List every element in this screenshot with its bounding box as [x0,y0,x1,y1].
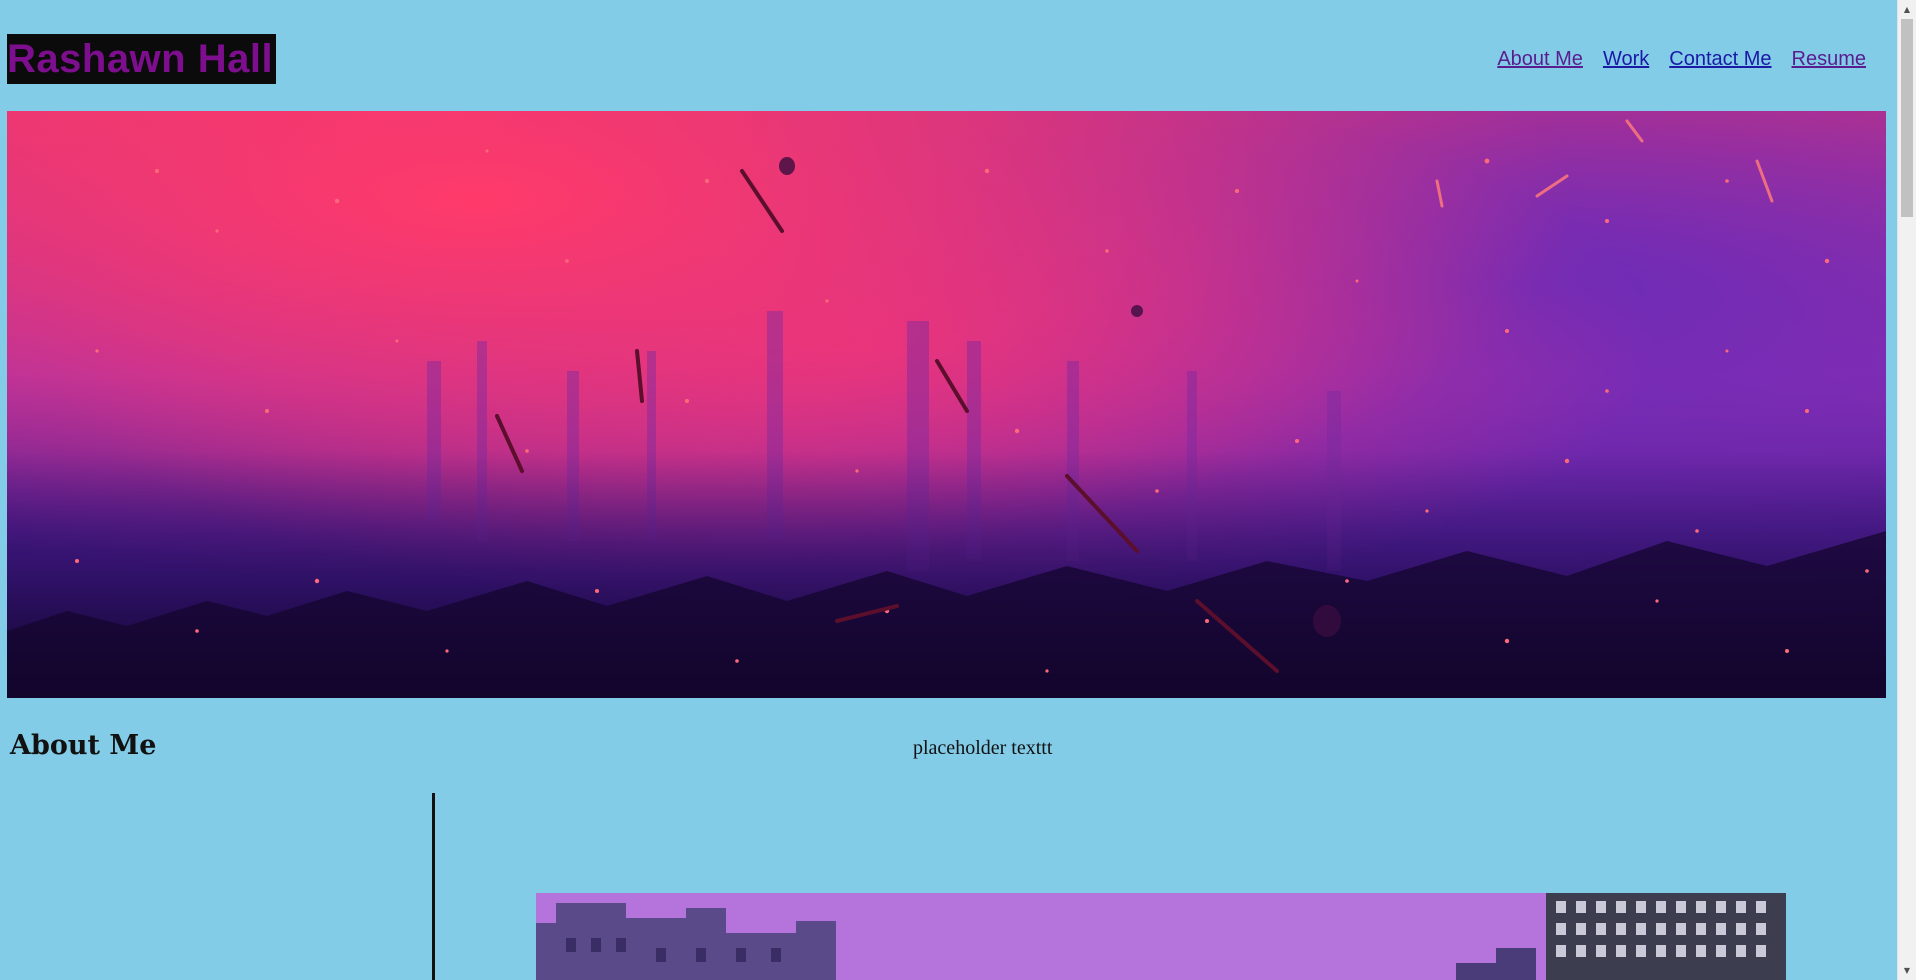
about-text: placeholder texttt [913,737,1053,759]
page-scrollbar[interactable]: ▲ ▼ [1897,0,1916,980]
nav-contact-me-link[interactable]: Contact Me [1669,48,1771,71]
arrow-down-icon[interactable]: ▼ [1898,962,1916,979]
about-heading: About Me [10,730,157,761]
nav-resume-link[interactable]: Resume [1792,48,1866,71]
city-photo [536,893,1786,980]
main-nav: About Me Work Contact Me Resume [1497,48,1866,71]
nav-work-link[interactable]: Work [1603,48,1649,71]
section-divider [432,793,435,980]
hero-image [7,111,1886,698]
scrollbar-thumb[interactable] [1901,19,1913,217]
nav-about-me-link[interactable]: About Me [1497,48,1583,71]
hero-splatter-art [7,119,1886,698]
site-brand: Rashawn Hall [7,34,277,84]
city-photo-art [536,893,1786,980]
arrow-up-icon[interactable]: ▲ [1898,1,1916,18]
